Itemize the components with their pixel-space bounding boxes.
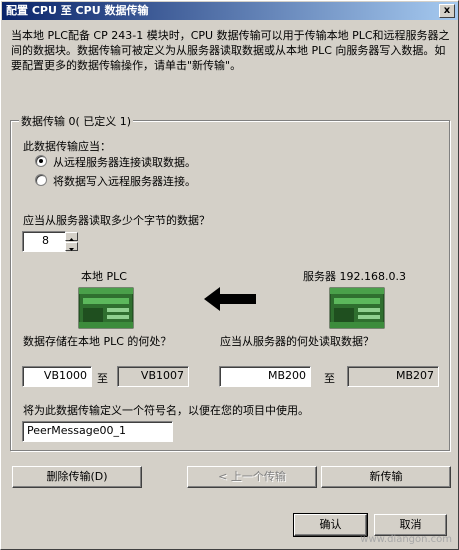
server-plc-icon bbox=[329, 287, 385, 329]
server-label: 服务器 192.168.0.3 bbox=[303, 270, 406, 283]
radio-read-dot bbox=[39, 159, 43, 163]
spin-up-button[interactable] bbox=[65, 232, 78, 241]
local-end-address-field: VB1007 bbox=[117, 366, 189, 387]
delete-transfer-button[interactable]: 删除传输(D) bbox=[12, 466, 142, 488]
dialog-window: 配置 CPU 至 CPU 数据传输 x 当本地 PLC配备 CP 243-1 模… bbox=[0, 0, 459, 550]
title-bar: 配置 CPU 至 CPU 数据传输 x bbox=[2, 2, 458, 20]
local-plc-icon bbox=[78, 287, 134, 329]
server-to-label: 至 bbox=[324, 372, 335, 385]
local-start-address-input[interactable]: VB1000 bbox=[22, 366, 92, 387]
symbol-prompt: 将为此数据传输定义一个符号名，以便在您的项目中使用。 bbox=[23, 404, 309, 417]
group-legend: 数据传输 0( 已定义 1) bbox=[19, 113, 134, 129]
local-store-prompt: 数据存储在本地 PLC 的何处？ bbox=[23, 335, 172, 348]
bytes-prompt: 应当从服务器读取多少个字节的数据？ bbox=[23, 214, 210, 227]
ok-button[interactable]: 确认 bbox=[293, 513, 368, 537]
local-to-label: 至 bbox=[97, 372, 108, 385]
server-read-prompt: 应当从服务器的何处读取数据？ bbox=[220, 335, 374, 348]
watermark-text: www.diangon.com bbox=[360, 534, 452, 545]
radio-write[interactable] bbox=[35, 174, 47, 186]
close-button[interactable]: x bbox=[439, 4, 455, 18]
radio-write-label[interactable]: 将数据写入远程服务器连接。 bbox=[53, 173, 196, 189]
bytes-spin-input[interactable]: 8 bbox=[22, 231, 66, 252]
description-text: 当本地 PLC配备 CP 243-1 模块时，CPU 数据传输可以用于传输本地 … bbox=[11, 29, 450, 72]
direction-prompt: 此数据传输应当： bbox=[23, 140, 111, 153]
symbol-name-input[interactable]: PeerMessage00_1 bbox=[22, 421, 173, 442]
cancel-button[interactable]: 取消 bbox=[374, 514, 447, 536]
previous-transfer-button[interactable]: < 上一个传输 bbox=[187, 466, 317, 488]
read-direction-arrow-icon bbox=[204, 287, 256, 311]
server-start-address-input[interactable]: MB200 bbox=[219, 366, 311, 387]
spin-down-icon bbox=[69, 248, 74, 251]
local-plc-label: 本地 PLC bbox=[81, 270, 127, 283]
spin-down-button[interactable] bbox=[65, 242, 78, 251]
radio-read-label[interactable]: 从远程服务器连接读取数据。 bbox=[53, 154, 196, 170]
server-end-address-field: MB207 bbox=[347, 366, 439, 387]
radio-read[interactable] bbox=[35, 155, 47, 167]
window-title: 配置 CPU 至 CPU 数据传输 bbox=[6, 4, 149, 17]
new-transfer-button[interactable]: 新传输 bbox=[321, 466, 451, 488]
